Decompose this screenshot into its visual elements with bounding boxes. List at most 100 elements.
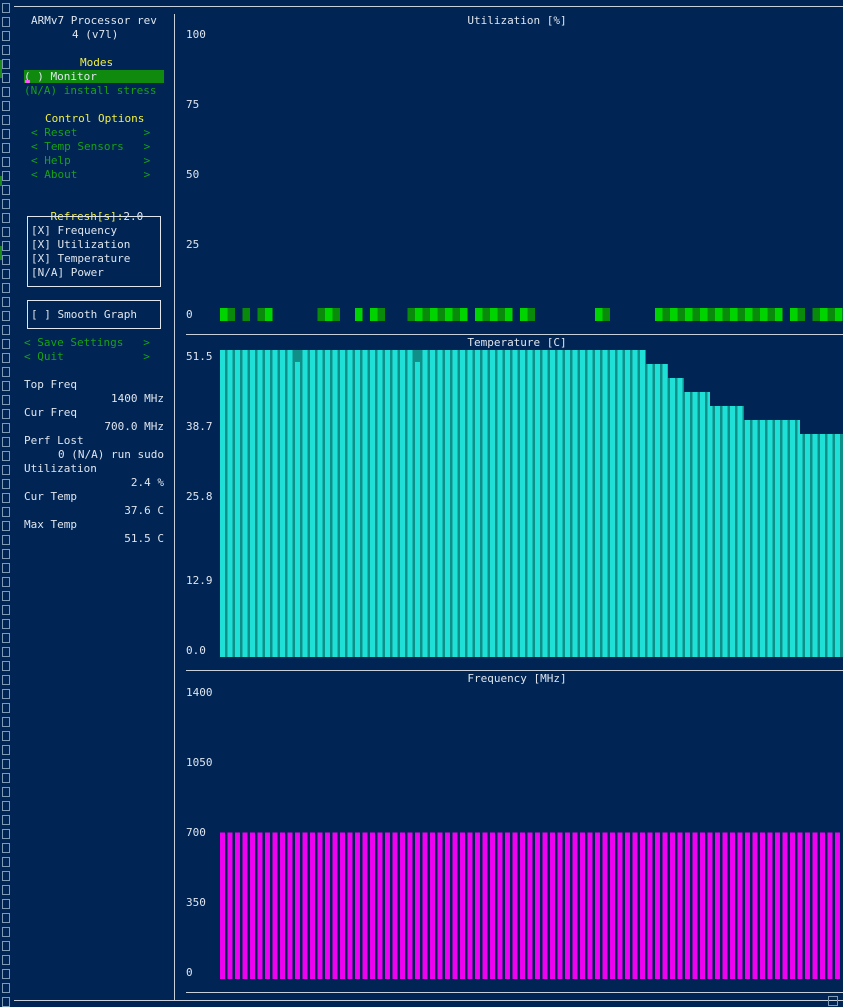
frequency-bar xyxy=(752,832,758,979)
frequency-bar xyxy=(512,832,518,979)
frequency-bar xyxy=(580,832,585,979)
utilization-bar xyxy=(797,308,805,321)
utilization-bar xyxy=(430,308,438,321)
temperature-bar xyxy=(490,350,495,657)
utilization-bar xyxy=(692,308,700,321)
utilization-bar xyxy=(227,308,235,321)
temperature-bar xyxy=(587,350,593,657)
temperature-bar xyxy=(542,350,548,657)
temperature-bar xyxy=(370,350,375,657)
utilization-bar xyxy=(505,308,513,321)
temperature-bar xyxy=(272,350,278,657)
frequency-bar xyxy=(707,832,713,979)
frequency-bar xyxy=(392,832,398,979)
frequency-bar xyxy=(242,832,248,979)
utilization-bar xyxy=(835,308,843,321)
charts-canvas xyxy=(220,308,843,979)
frequency-bar xyxy=(640,832,645,979)
temperature-bar xyxy=(280,350,285,657)
frequency-bar xyxy=(587,832,593,979)
utilization-bar xyxy=(775,308,783,321)
frequency-bar xyxy=(820,832,825,979)
temperature-bar xyxy=(640,350,645,657)
frequency-bar xyxy=(722,832,728,979)
utilization-bar xyxy=(407,308,415,321)
utilization-bar xyxy=(445,308,453,321)
temperature-bar xyxy=(227,350,233,657)
frequency-bar xyxy=(835,832,840,979)
frequency-bar xyxy=(497,832,503,979)
temperature-bar xyxy=(685,350,690,657)
utilization-bar xyxy=(377,308,385,321)
temperature-bar xyxy=(497,350,503,657)
utilization-bar xyxy=(827,308,835,321)
frequency-bar xyxy=(602,832,608,979)
utilization-bar xyxy=(602,308,610,321)
frequency-bar xyxy=(685,832,690,979)
temperature-bar xyxy=(700,350,705,657)
temperature-bar xyxy=(295,361,300,657)
temperature-bar xyxy=(625,350,630,657)
frequency-bar xyxy=(520,832,525,979)
frequency-bar xyxy=(475,832,480,979)
utilization-bar xyxy=(722,308,730,321)
temperature-bar xyxy=(437,350,443,657)
frequency-bar xyxy=(730,832,735,979)
temperature-bar xyxy=(610,350,615,657)
frequency-bar xyxy=(325,832,330,979)
frequency-bar xyxy=(362,832,368,979)
frequency-bar xyxy=(437,832,443,979)
temperature-bar xyxy=(235,350,240,657)
utilization-bar xyxy=(820,308,828,321)
resize-corner-icon[interactable] xyxy=(828,996,838,1006)
temperature-bar xyxy=(580,350,585,657)
frequency-bar xyxy=(445,832,450,979)
frequency-bar xyxy=(302,832,308,979)
utilization-bar xyxy=(220,308,228,321)
temperature-bar xyxy=(617,350,623,657)
frequency-bar xyxy=(760,832,765,979)
temperature-bar xyxy=(647,350,653,657)
frequency-bar xyxy=(415,832,420,979)
temperature-bar xyxy=(632,350,638,657)
temperature-bar xyxy=(302,350,308,657)
temperature-bar xyxy=(415,361,420,657)
temperature-bar xyxy=(257,350,263,657)
utilization-bar xyxy=(745,308,753,321)
temperature-bar xyxy=(220,350,225,657)
frequency-bar xyxy=(715,832,720,979)
utilization-bar xyxy=(812,308,820,321)
temperature-bar xyxy=(287,350,293,657)
temperature-bar xyxy=(557,350,563,657)
frequency-bar xyxy=(797,832,803,979)
temperature-bar xyxy=(407,350,413,657)
frequency-bar xyxy=(610,832,615,979)
frequency-bar xyxy=(332,832,338,979)
frequency-bar xyxy=(625,832,630,979)
frequency-bar xyxy=(430,832,435,979)
frequency-bar xyxy=(595,832,600,979)
temperature-bar xyxy=(325,350,330,657)
frequency-bar xyxy=(527,832,533,979)
utilization-bar xyxy=(662,308,670,321)
utilization-bar xyxy=(332,308,340,321)
frequency-bar xyxy=(460,832,465,979)
utilization-bar xyxy=(527,308,535,321)
temperature-bar xyxy=(565,350,570,657)
utilization-bar xyxy=(422,308,430,321)
frequency-bar xyxy=(505,832,510,979)
frequency-bar xyxy=(535,832,540,979)
temperature-bar xyxy=(467,350,473,657)
frequency-bar xyxy=(490,832,495,979)
utilization-bar xyxy=(257,308,265,321)
utilization-bar xyxy=(737,308,745,321)
frequency-bar xyxy=(737,832,743,979)
temperature-bar xyxy=(377,350,383,657)
frequency-bar xyxy=(407,832,413,979)
utilization-bar xyxy=(685,308,693,321)
frequency-bar xyxy=(565,832,570,979)
frequency-bar xyxy=(677,832,683,979)
frequency-bar xyxy=(782,832,788,979)
temperature-bar xyxy=(677,350,683,657)
frequency-bar xyxy=(482,832,488,979)
